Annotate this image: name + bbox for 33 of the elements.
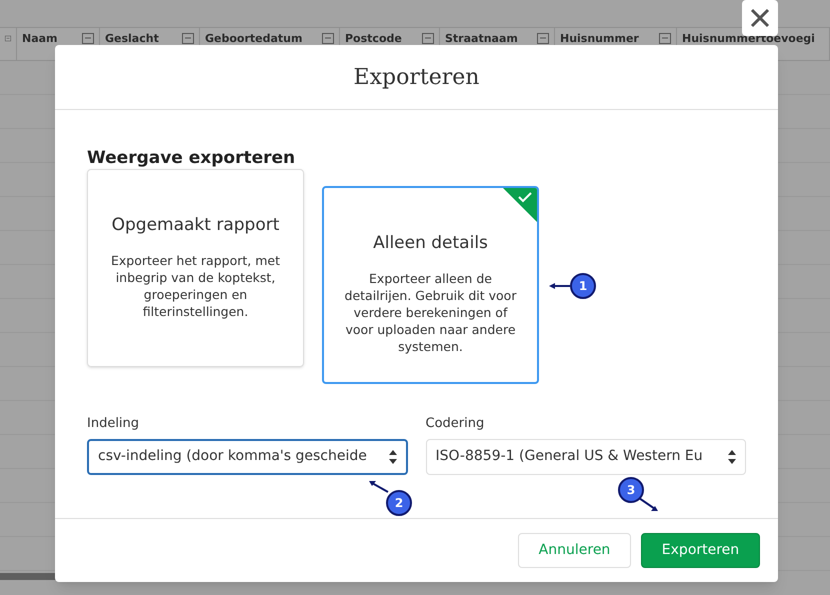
option-description: Exporteer het rapport, met inbegrip van de koptekst, groeperingen en filterinstellingen. xyxy=(110,252,281,320)
up-down-caret-icon xyxy=(728,450,736,464)
close-icon xyxy=(750,8,770,28)
field-label: Codering xyxy=(426,415,486,434)
filter-dropdown-icon[interactable] xyxy=(659,33,671,44)
column-header: Naam xyxy=(22,31,58,47)
up-down-caret-icon xyxy=(388,450,396,464)
column-header: Geslacht xyxy=(105,31,159,47)
column-header: Huisnummertoevoegi xyxy=(682,31,815,47)
filter-dropdown-icon[interactable] xyxy=(182,33,194,44)
filter-dropdown-icon[interactable] xyxy=(322,33,334,44)
filter-dropdown-icon[interactable] xyxy=(5,33,11,44)
export-option-card[interactable]: Opgemaakt rapport Exporteer het rapport, met inbegrip van de koptekst, groeperingen en filterinstellingen. xyxy=(87,169,304,368)
column-header: Straatnaam xyxy=(445,31,518,47)
section-title: Weergave exporteren xyxy=(87,148,296,170)
dialog-title: Exporteren xyxy=(354,64,480,92)
column-header: Huisnummer xyxy=(560,31,639,47)
option-description: Exporteer alleen de detailrijen. Gebruik dit voor verdere berekeningen of voor uploaden naar andere systemen. xyxy=(344,270,518,355)
filter-dropdown-icon[interactable] xyxy=(537,33,549,44)
select-field[interactable]: csv-indeling (door komma's gescheide xyxy=(87,438,408,475)
filter-dropdown-icon[interactable] xyxy=(82,33,94,44)
option-title: Alleen details xyxy=(373,232,488,256)
column-header: Postcode xyxy=(345,31,402,47)
export-option-card[interactable]: Alleen details Exporteer alleen de detailrijen. Gebruik dit voor verdere berekeningen of voor uploaden naar andere systemen. xyxy=(322,186,539,384)
leader-line xyxy=(369,481,389,493)
option-title: Opgemaakt rapport xyxy=(112,214,280,238)
filter-dropdown-icon[interactable] xyxy=(422,33,434,44)
column-header: Geboortedatum xyxy=(205,31,302,47)
select-field[interactable]: ISO-8859-1 (General US & Western Eu xyxy=(426,438,746,475)
leader-line xyxy=(549,282,571,290)
checkmark-icon xyxy=(503,188,537,222)
field-label: Indeling xyxy=(87,415,140,434)
leader-line xyxy=(638,497,658,511)
